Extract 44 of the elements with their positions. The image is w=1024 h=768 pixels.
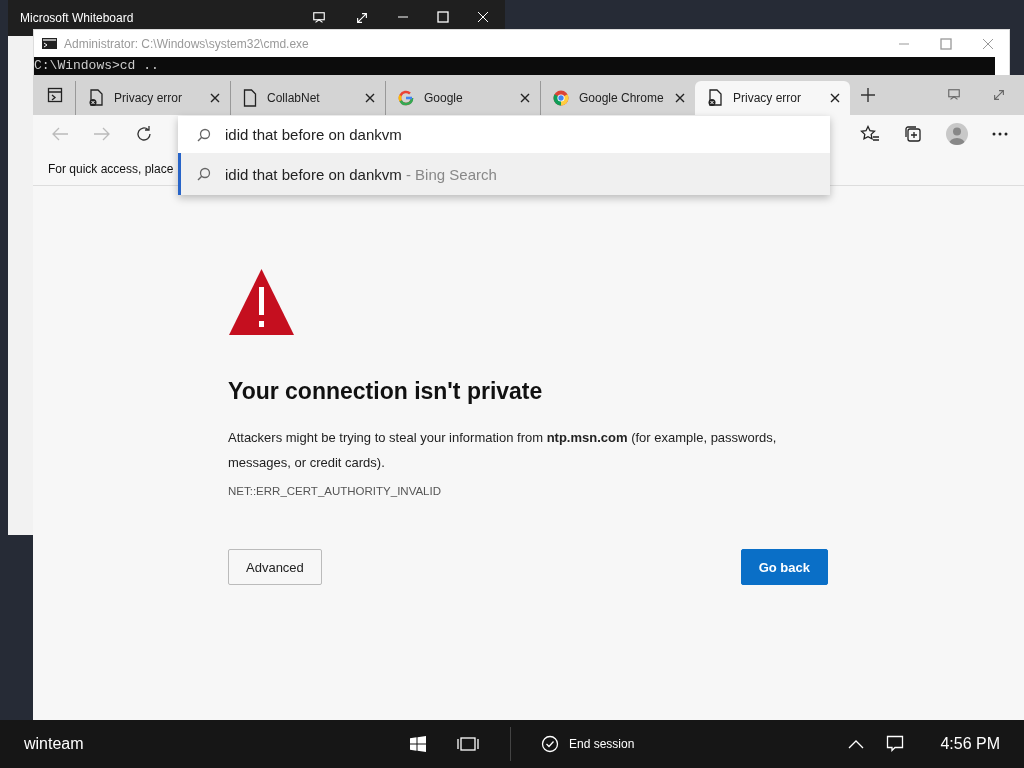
clock[interactable]: 4:56 PM [940, 735, 1000, 753]
tab-actions-icon[interactable] [47, 87, 63, 103]
favorites-icon[interactable] [860, 124, 880, 143]
page-error-icon [707, 89, 723, 107]
task-view-icon[interactable] [456, 736, 480, 752]
more-icon[interactable] [992, 131, 1008, 136]
console-line: C:\Windows>cd .. [34, 57, 159, 75]
chevron-up-icon[interactable] [848, 739, 865, 749]
close-icon[interactable] [210, 93, 220, 103]
address-field[interactable]: idid that before on dankvm [225, 126, 745, 143]
collections-icon[interactable] [904, 124, 922, 143]
check-circle-icon [541, 735, 559, 753]
favorites-bar-hint: For quick access, place [48, 161, 174, 176]
window-title: Microsoft Whiteboard [19, 11, 135, 25]
refresh-icon[interactable] [135, 124, 153, 143]
close-icon[interactable] [365, 93, 375, 103]
monitor-icon[interactable] [311, 11, 327, 25]
search-icon [197, 167, 211, 181]
google-g-icon [398, 90, 414, 106]
error-description: Attackers might be trying to steal your information from ntp.msn.com (for example, passwords, messages, or credit cards). [228, 429, 778, 472]
notification-icon[interactable] [886, 735, 905, 753]
expand-icon[interactable] [355, 11, 369, 25]
browser-tab[interactable]: Privacy error [695, 81, 850, 115]
page-error-icon [88, 89, 104, 107]
chrome-icon [553, 90, 569, 106]
close-icon[interactable] [675, 93, 685, 103]
profile-avatar[interactable] [946, 122, 968, 145]
search-suggestion[interactable]: idid that before on dankvm - Bing Search [178, 153, 830, 195]
window-title: Administrator: C:\Windows\system32\cmd.exe [64, 36, 310, 51]
windows-start-icon[interactable] [410, 736, 426, 752]
search-icon [197, 127, 211, 142]
error-code: NET::ERR_CERT_AUTHORITY_INVALID [228, 485, 442, 497]
advanced-button[interactable]: Advanced [228, 549, 322, 585]
close-icon[interactable] [520, 93, 530, 103]
suggestion-text: idid that before on dankvm - Bing Search [225, 165, 497, 183]
console-icon [42, 38, 57, 49]
close-icon[interactable] [830, 93, 840, 103]
page-icon [243, 89, 257, 107]
user-name: winteam [24, 735, 85, 753]
new-tab-icon[interactable] [860, 87, 876, 103]
warning-icon [228, 268, 295, 336]
go-back-button[interactable]: Go back [740, 549, 828, 585]
error-heading: Your connection isn't private [228, 378, 544, 405]
end-session-button[interactable]: End session [541, 735, 635, 753]
